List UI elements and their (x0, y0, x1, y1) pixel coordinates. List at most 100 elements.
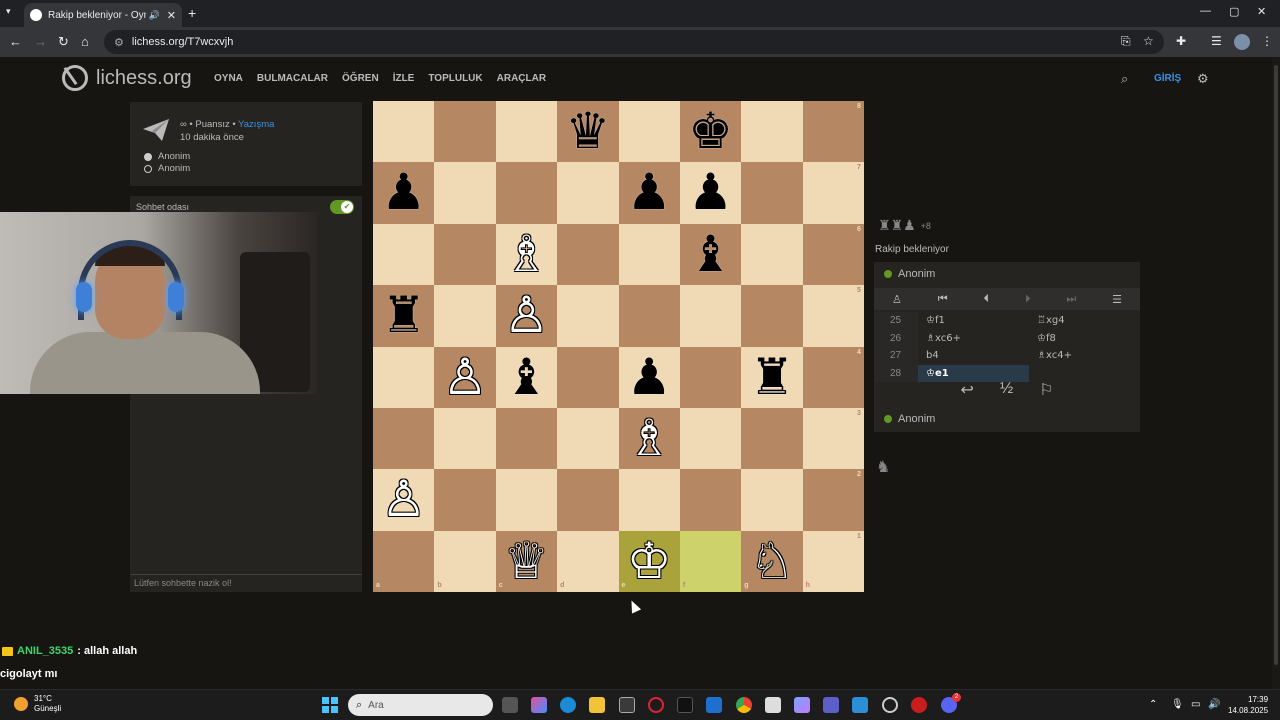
square-c8[interactable] (495, 101, 558, 163)
chevron-up-icon[interactable]: ⌃ (1149, 699, 1157, 710)
square-g6[interactable] (741, 223, 803, 286)
bottom-player-name[interactable]: Anonim (898, 413, 935, 425)
flip-board-icon[interactable]: ♙ (892, 293, 902, 306)
nav-watch[interactable]: İZLE (393, 73, 415, 84)
address-bar[interactable]: ⚙ lichess.org/T7wcxvjh (104, 30, 1164, 54)
last-move-icon[interactable]: ⏭ (1066, 293, 1076, 306)
next-move-icon[interactable]: ⏵ (1025, 293, 1031, 306)
back-icon[interactable]: ← (9, 34, 22, 49)
store-icon[interactable] (619, 697, 635, 713)
square-b1[interactable] (434, 530, 496, 592)
new-tab-plus-icon[interactable]: + (188, 5, 196, 21)
star-icon[interactable]: ☆ (1143, 34, 1154, 48)
square-a6[interactable] (373, 223, 435, 286)
copilot-icon[interactable] (531, 697, 547, 713)
home-icon[interactable]: ⌂ (81, 34, 89, 49)
nav-puzzles[interactable]: BULMACALAR (257, 73, 328, 84)
chess-board[interactable]: 8 7 6 5 4 3 2 1 a b c d e f g h ♛ ♚ ♟ ♟ ♟ ♗ ♝ ♜ ♙ ♙ ♝ ♟ ♜ ♗ ♙ ♕ ♔ ♘ (373, 101, 864, 592)
move-white[interactable]: ♔f1 (918, 312, 1029, 330)
square-g8[interactable] (741, 101, 803, 163)
obs-icon[interactable] (882, 697, 898, 713)
move-white[interactable]: b4 (918, 347, 1029, 365)
square-g7[interactable] (741, 162, 803, 224)
takeback-icon[interactable]: ↩ (960, 380, 973, 400)
square-d5[interactable] (557, 285, 619, 347)
square-b8[interactable] (434, 101, 496, 163)
move-black[interactable]: ♖xg4 (1029, 312, 1140, 330)
tiktok-icon[interactable] (677, 697, 693, 713)
piece-white-e3[interactable]: ♗ (619, 408, 680, 469)
reading-list-icon[interactable]: ☰ (1211, 34, 1222, 48)
square-b7[interactable] (434, 162, 496, 224)
nav-community[interactable]: TOPLULUK (428, 73, 482, 84)
search-icon[interactable]: ⌕ (1121, 71, 1128, 87)
square-b6[interactable] (434, 223, 496, 286)
square-e6[interactable] (618, 223, 680, 286)
piece-white-b4[interactable]: ♙ (434, 347, 495, 408)
windows-start-icon[interactable] (322, 697, 338, 713)
move-black[interactable]: ♔f8 (1029, 330, 1140, 348)
volume-icon[interactable]: 🔊 (1208, 699, 1220, 710)
square-f2[interactable] (679, 469, 742, 531)
piece-black-d8[interactable]: ♛ (557, 101, 618, 162)
tab-menu-icon[interactable]: ▾ (6, 6, 11, 17)
square-b5[interactable] (434, 285, 496, 347)
task-view-icon[interactable] (502, 697, 518, 713)
install-icon[interactable]: ⎘ (1121, 34, 1131, 49)
piece-black-c4[interactable]: ♝ (496, 347, 557, 408)
square-g3[interactable] (741, 407, 803, 470)
taskbar-search[interactable]: ⌕ Ara (348, 694, 493, 716)
square-h3[interactable] (802, 407, 864, 470)
square-h7[interactable] (802, 162, 864, 224)
extensions-icon[interactable]: ✚ (1176, 34, 1186, 48)
network-icon[interactable]: ▭ (1191, 699, 1200, 710)
offer-draw-button[interactable]: ½ (1000, 380, 1013, 400)
opera-icon[interactable] (648, 697, 664, 713)
profile-icon[interactable] (1234, 34, 1250, 50)
prev-move-icon[interactable]: ⏴ (984, 293, 990, 306)
square-e2[interactable] (618, 469, 680, 531)
reload-icon[interactable]: ↻ (58, 34, 69, 50)
site-info-icon[interactable]: ⚙ (114, 36, 124, 49)
clock[interactable]: 17:39 14.08.2025 (1228, 694, 1268, 716)
signin-link[interactable]: GİRİŞ (1154, 73, 1181, 84)
square-h8[interactable] (802, 101, 864, 163)
piece-black-f6[interactable]: ♝ (680, 224, 741, 285)
minimize-icon[interactable]: — (1200, 5, 1211, 17)
gear-icon[interactable]: ⚙ (1197, 71, 1209, 87)
weather-widget[interactable]: 31°C Güneşli (14, 694, 61, 714)
piece-white-c5[interactable]: ♙ (496, 285, 557, 346)
menu-icon[interactable]: ☰ (1112, 293, 1122, 306)
square-f5[interactable] (679, 285, 742, 347)
piece-black-e7[interactable]: ♟ (619, 162, 680, 223)
square-a8[interactable] (373, 101, 435, 163)
nav-tools[interactable]: ARAÇLAR (497, 73, 546, 84)
piece-black-g4[interactable]: ♜ (741, 347, 802, 408)
square-e5[interactable] (618, 285, 680, 347)
app-icon[interactable] (765, 697, 781, 713)
teams-icon[interactable] (823, 697, 839, 713)
square-b3[interactable] (434, 407, 496, 470)
close-tab-icon[interactable]: ✕ (167, 9, 176, 22)
square-d2[interactable] (557, 469, 619, 531)
square-h5[interactable] (802, 285, 864, 347)
square-h6[interactable] (802, 223, 864, 286)
top-player-name[interactable]: Anonim (898, 268, 935, 280)
piece-white-a2[interactable]: ♙ (373, 469, 434, 530)
square-d3[interactable] (557, 407, 619, 470)
square-f1[interactable] (679, 530, 742, 592)
nav-play[interactable]: OYNA (214, 73, 243, 84)
square-g5[interactable] (741, 285, 803, 347)
first-move-icon[interactable]: ⏮ (938, 293, 948, 306)
maximize-icon[interactable]: ▢ (1229, 5, 1239, 18)
outlook-icon[interactable] (706, 697, 722, 713)
scrollbar-thumb[interactable] (1274, 65, 1278, 665)
piece-black-e4[interactable]: ♟ (619, 347, 680, 408)
edge-icon[interactable] (560, 697, 576, 713)
kebab-menu-icon[interactable]: ⋮ (1261, 34, 1273, 48)
square-f3[interactable] (679, 407, 742, 470)
resign-flag-icon[interactable]: ⚐ (1039, 380, 1053, 400)
move-black[interactable]: ♗xc4+ (1029, 347, 1140, 365)
piece-white-e1[interactable]: ♔ (619, 531, 680, 592)
correspondence-link[interactable]: Yazışma (238, 119, 274, 130)
